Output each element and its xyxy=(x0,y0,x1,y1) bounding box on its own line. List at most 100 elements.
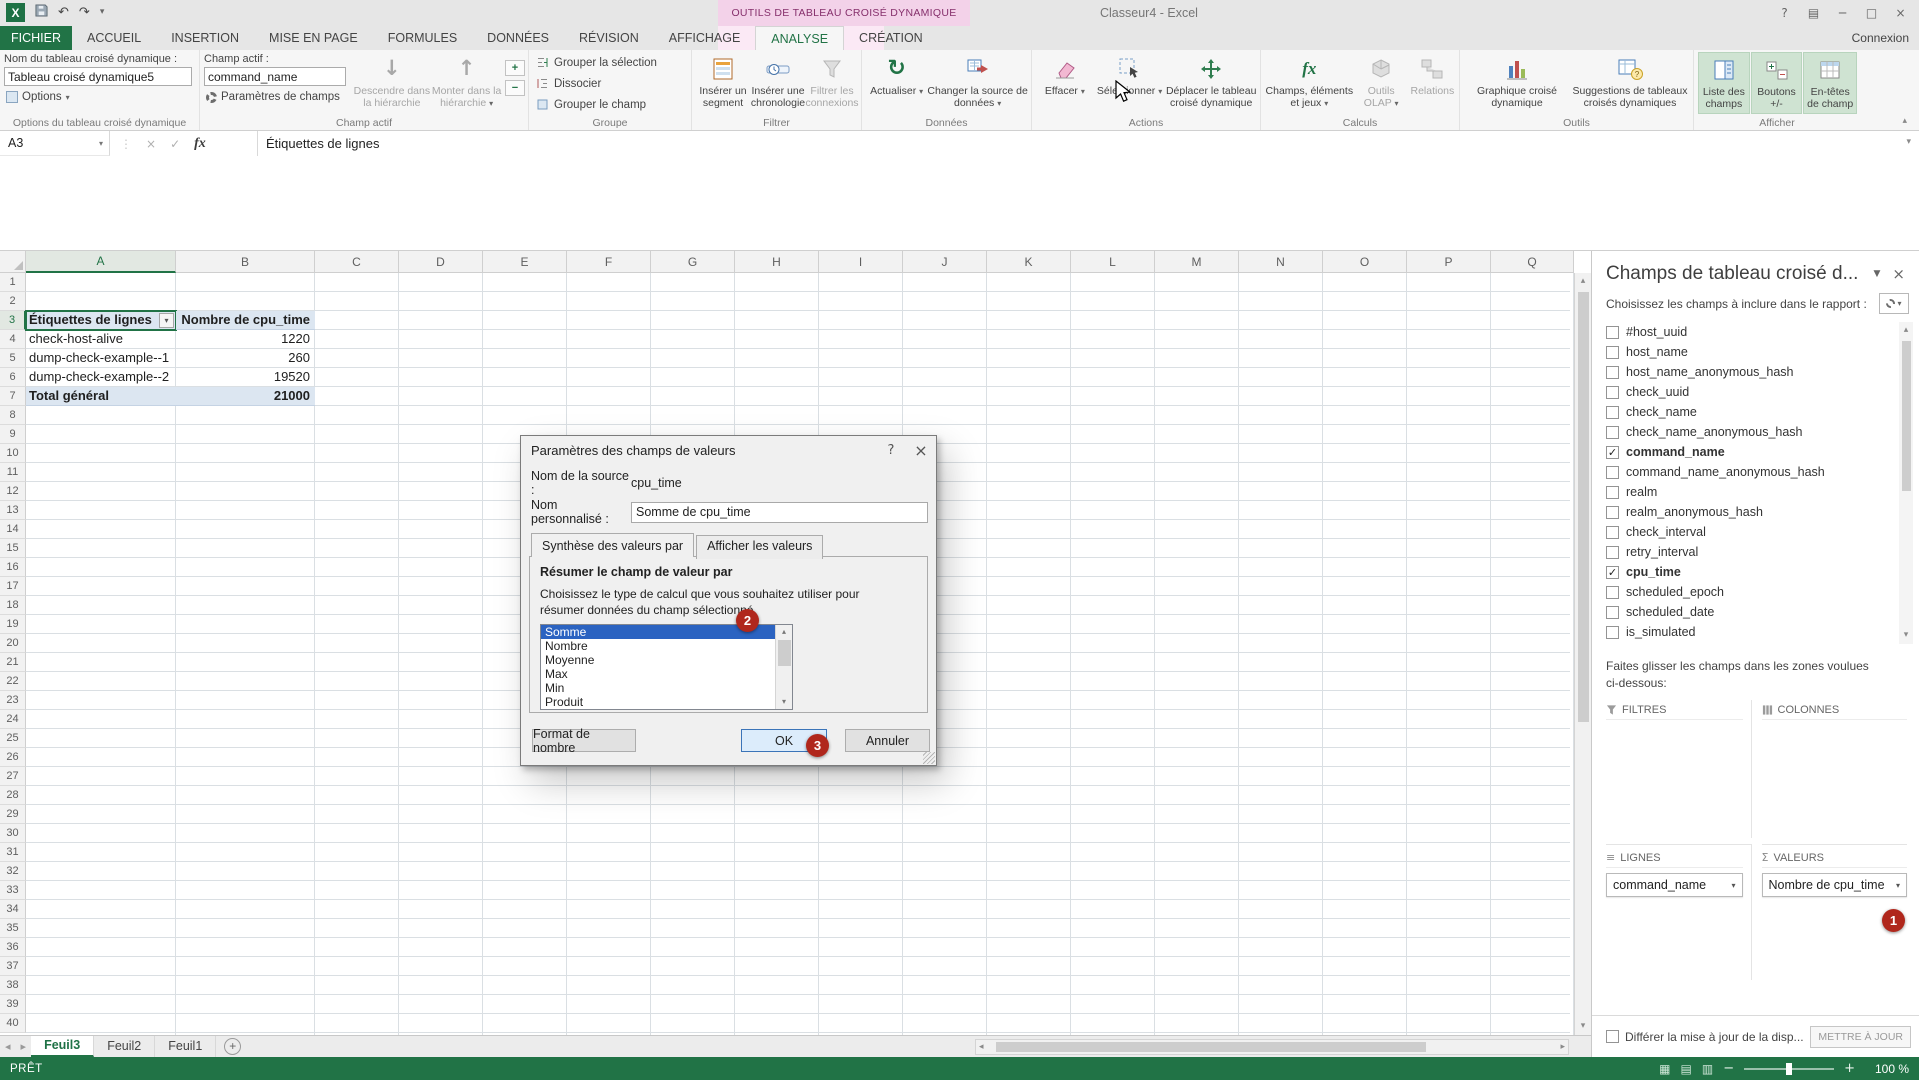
column-header-L[interactable]: L xyxy=(1071,251,1155,273)
horizontal-scrollbar[interactable]: ◂ ▸ xyxy=(975,1039,1569,1055)
row-header-2[interactable]: 2 xyxy=(0,292,26,311)
row-header-11[interactable]: 11 xyxy=(0,463,26,482)
row-header-33[interactable]: 33 xyxy=(0,881,26,900)
row-header-1[interactable]: 1 xyxy=(0,273,26,292)
cancel-button[interactable]: Annuler xyxy=(845,729,930,752)
vertical-scrollbar[interactable]: ▴ ▾ xyxy=(1574,273,1591,1035)
field-item-is_simulated[interactable]: is_simulated xyxy=(1606,622,1897,642)
filter-connections-button[interactable]: Filtrer les connexions xyxy=(806,52,858,115)
field-item-host_name[interactable]: host_name xyxy=(1606,342,1897,362)
field-checkbox[interactable] xyxy=(1606,626,1619,639)
pane-scroll-thumb[interactable] xyxy=(1902,341,1911,491)
pivot-row-value[interactable]: 1220 xyxy=(176,330,315,349)
move-pivottable-button[interactable]: Déplacer le tableau croisé dynamique xyxy=(1165,52,1257,115)
tab-show-values-as[interactable]: Afficher les valeurs xyxy=(696,535,823,559)
column-header-F[interactable]: F xyxy=(567,251,651,273)
help-icon[interactable]: ? xyxy=(1770,6,1799,20)
row-header-12[interactable]: 12 xyxy=(0,482,26,501)
zoom-in-icon[interactable]: + xyxy=(1844,1061,1855,1076)
tab-mise-en-page[interactable]: MISE EN PAGE xyxy=(254,26,373,50)
field-settings-button[interactable]: Paramètres de champs xyxy=(204,90,354,104)
field-item-check_name[interactable]: check_name xyxy=(1606,402,1897,422)
row-header-7[interactable]: 7 xyxy=(0,387,26,406)
field-checkbox[interactable] xyxy=(1606,506,1619,519)
drill-down-button[interactable]: ↓ Descendre dans la hiérarchie xyxy=(354,52,431,115)
excel-logo-icon[interactable]: X xyxy=(6,3,25,22)
pivot-row-label[interactable]: dump-check-example--1 xyxy=(26,349,176,368)
update-button[interactable]: METTRE À JOUR xyxy=(1810,1026,1911,1048)
tab-revision[interactable]: RÉVISION xyxy=(564,26,654,50)
row-header-37[interactable]: 37 xyxy=(0,957,26,976)
field-item-realm[interactable]: realm xyxy=(1606,482,1897,502)
field-checkbox[interactable] xyxy=(1606,326,1619,339)
row-header-5[interactable]: 5 xyxy=(0,349,26,368)
summary-option-min[interactable]: Min xyxy=(541,681,775,695)
formula-bar-collapse-icon[interactable]: ▾ xyxy=(1906,137,1911,147)
tab-fichier[interactable]: FICHIER xyxy=(0,26,72,50)
undo-icon[interactable]: ↶ xyxy=(58,3,69,22)
zoom-slider-thumb[interactable] xyxy=(1786,1063,1792,1075)
column-header-C[interactable]: C xyxy=(315,251,399,273)
row-header-3[interactable]: 3 xyxy=(0,311,26,330)
row-header-35[interactable]: 35 xyxy=(0,919,26,938)
ungroup-button[interactable]: Dissocier xyxy=(533,73,688,94)
field-checkbox[interactable] xyxy=(1606,526,1619,539)
columns-zone[interactable]: COLONNES xyxy=(1762,700,1908,838)
row-header-8[interactable]: 8 xyxy=(0,406,26,425)
ribbon-display-options-icon[interactable]: ▤ xyxy=(1799,6,1828,20)
minimize-icon[interactable]: ─ xyxy=(1828,6,1857,20)
pivot-header-row-labels[interactable]: Étiquettes de lignes▾ xyxy=(26,311,176,330)
row-header-31[interactable]: 31 xyxy=(0,843,26,862)
name-box[interactable]: A3 ▾ xyxy=(0,131,110,156)
add-sheet-icon[interactable]: + xyxy=(224,1038,241,1055)
column-header-K[interactable]: K xyxy=(987,251,1071,273)
field-checkbox[interactable] xyxy=(1606,546,1619,559)
row-header-23[interactable]: 23 xyxy=(0,691,26,710)
pivot-row-value[interactable]: 19520 xyxy=(176,368,315,387)
field-list-toggle[interactable]: Liste des champs xyxy=(1698,52,1750,114)
field-item-retry_interval[interactable]: retry_interval xyxy=(1606,542,1897,562)
row-header-30[interactable]: 30 xyxy=(0,824,26,843)
chip-dropdown-icon[interactable]: ▾ xyxy=(1731,881,1735,890)
row-header-16[interactable]: 16 xyxy=(0,558,26,577)
pivot-header-values[interactable]: Nombre de cpu_time xyxy=(176,311,315,330)
summary-option-moyenne[interactable]: Moyenne xyxy=(541,653,775,667)
rows-zone[interactable]: ≡ LIGNES command_name ▾ xyxy=(1606,844,1752,980)
field-checkbox[interactable] xyxy=(1606,466,1619,479)
tab-summarize-values-by[interactable]: Synthèse des valeurs par xyxy=(531,533,694,557)
row-header-18[interactable]: 18 xyxy=(0,596,26,615)
row-header-10[interactable]: 10 xyxy=(0,444,26,463)
field-checkbox[interactable] xyxy=(1606,426,1619,439)
tab-affichage[interactable]: AFFICHAGE xyxy=(654,26,756,50)
field-checkbox[interactable] xyxy=(1606,386,1619,399)
sheet-tab-feuil2[interactable]: Feuil2 xyxy=(94,1036,155,1057)
chip-dropdown-icon[interactable]: ▾ xyxy=(1896,881,1900,890)
drill-up-button[interactable]: ↑ Monter dans la hiérarchie ▾ xyxy=(430,52,503,115)
field-checkbox[interactable] xyxy=(1606,406,1619,419)
row-header-28[interactable]: 28 xyxy=(0,786,26,805)
column-header-N[interactable]: N xyxy=(1239,251,1323,273)
list-scroll-thumb[interactable] xyxy=(778,640,791,666)
tab-insertion[interactable]: INSERTION xyxy=(156,26,254,50)
row-header-29[interactable]: 29 xyxy=(0,805,26,824)
field-item-check_interval[interactable]: check_interval xyxy=(1606,522,1897,542)
zoom-out-icon[interactable]: − xyxy=(1723,1061,1734,1076)
field-checkbox[interactable] xyxy=(1606,606,1619,619)
row-header-22[interactable]: 22 xyxy=(0,672,26,691)
column-header-E[interactable]: E xyxy=(483,251,567,273)
column-header-J[interactable]: J xyxy=(903,251,987,273)
field-checkbox[interactable]: ✓ xyxy=(1606,566,1619,579)
recommended-pivottables-button[interactable]: ? Suggestions de tableaux croisés dynami… xyxy=(1570,52,1690,115)
pivot-row-label[interactable]: dump-check-example--2 xyxy=(26,368,176,387)
number-format-button[interactable]: Format de nombre xyxy=(532,729,636,752)
pivot-row-label[interactable]: check-host-alive xyxy=(26,330,176,349)
field-checkbox[interactable] xyxy=(1606,366,1619,379)
field-item-cpu_time[interactable]: ✓cpu_time xyxy=(1606,562,1897,582)
sheet-nav-left-icon[interactable]: ◂ xyxy=(0,1040,16,1053)
row-header-4[interactable]: 4 xyxy=(0,330,26,349)
column-header-P[interactable]: P xyxy=(1407,251,1491,273)
row-header-9[interactable]: 9 xyxy=(0,425,26,444)
row-header-19[interactable]: 19 xyxy=(0,615,26,634)
pane-tools-button[interactable]: ▾ xyxy=(1879,293,1909,314)
account-link[interactable]: Connexion xyxy=(1852,26,1909,50)
